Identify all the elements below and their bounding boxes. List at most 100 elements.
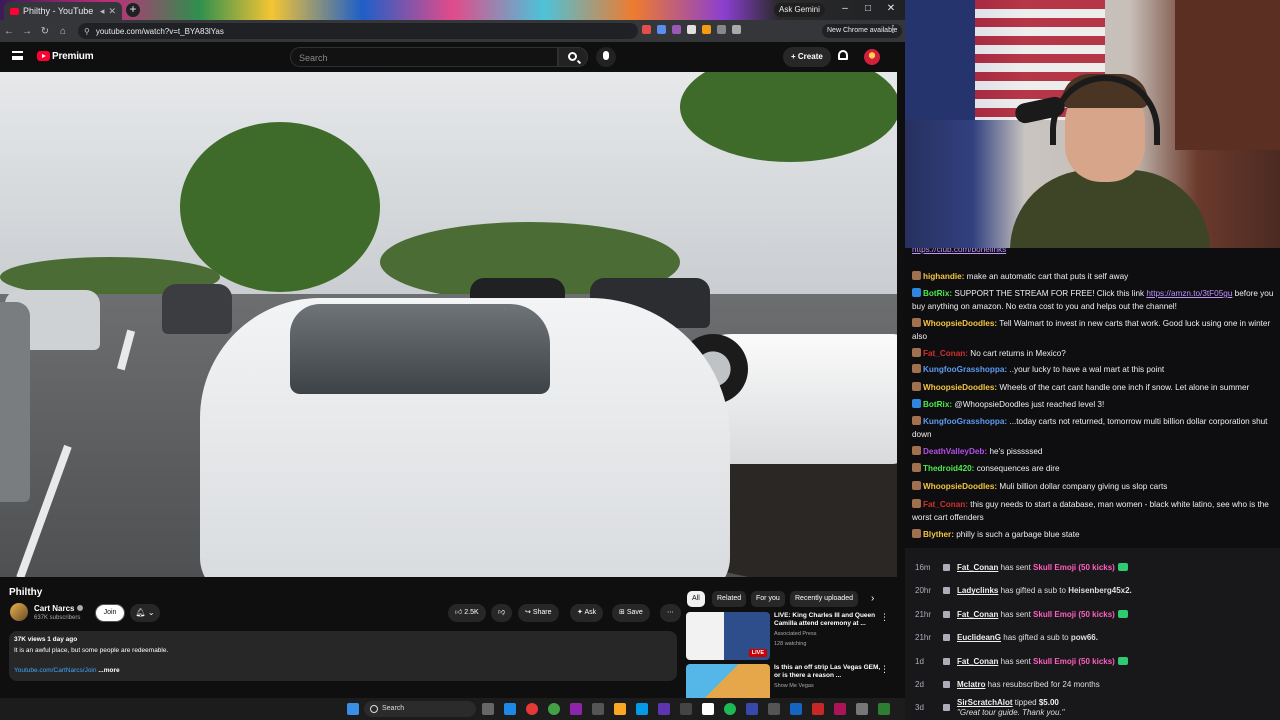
chat-username[interactable]: Fat_Conan: [923, 349, 968, 358]
chat-username[interactable]: KungfooGrasshoppa: [923, 365, 1007, 374]
site-info-icon[interactable]: ⚲ [84, 27, 90, 36]
create-button[interactable]: + Create [783, 47, 831, 67]
save-button[interactable]: ⊞ Save [612, 604, 650, 622]
taskbar-search[interactable]: Search [364, 701, 476, 717]
chat-username[interactable]: BotRix: [923, 400, 952, 409]
related-video[interactable]: LIVE LIVE: King Charles III and Queen Ca… [686, 612, 896, 662]
related-title[interactable]: LIVE: King Charles III and Queen Camilla… [774, 612, 882, 628]
related-video[interactable]: Is this an off strip Las Vegas GEM, or i… [686, 664, 896, 698]
chat-username[interactable]: BotRix: [923, 289, 952, 298]
folder-icon[interactable] [614, 703, 626, 715]
chat-username[interactable]: WhoopsieDoodles: [923, 482, 997, 491]
task-view-icon[interactable] [482, 703, 494, 715]
join-link[interactable]: Youtube.com/CartNarcs/Join [14, 667, 97, 674]
app-icon[interactable] [592, 703, 604, 715]
related-thumbnail[interactable]: LIVE [686, 612, 770, 660]
app-icon[interactable] [834, 703, 846, 715]
video-player[interactable] [0, 72, 897, 577]
omnibox[interactable]: ⚲ youtube.com/watch?v=t_BYA83lYas [78, 23, 638, 39]
chip-for-you[interactable]: For you [751, 591, 785, 607]
subscription-bell-button[interactable]: 🔔︎ ⌄ [130, 604, 160, 622]
ask-gemini-button[interactable]: Ask Gemini [774, 3, 825, 17]
more-actions-button[interactable]: ⋯ [660, 604, 681, 622]
chat-link[interactable]: https://amzn.to/3tF05gu [1146, 289, 1232, 298]
description-box[interactable]: 37K views 1 day ago It is an awful place… [9, 631, 677, 681]
app-icon[interactable] [856, 703, 868, 715]
tab-active[interactable]: Philthy - YouTube ◂ ✕ [4, 2, 122, 20]
app-icon[interactable] [570, 703, 582, 715]
event-username[interactable]: Ladyclinks [957, 586, 998, 595]
chat-partial-link[interactable]: https://club.com/bohelinks [912, 248, 1278, 256]
like-button[interactable]: 👍︎ 2.5K [448, 604, 486, 622]
related-thumbnail[interactable] [686, 664, 770, 698]
extension-icon[interactable] [687, 25, 696, 34]
app-icon[interactable] [504, 703, 516, 715]
app-icon[interactable] [746, 703, 758, 715]
youtube-logo-icon[interactable] [37, 51, 50, 61]
ask-button[interactable]: ✦ Ask [570, 604, 604, 622]
channel-name-text[interactable]: Cart Narcs [34, 604, 74, 613]
chrome-menu-icon[interactable]: ⋮ [888, 24, 898, 35]
show-more-button[interactable]: ...more [98, 667, 119, 674]
chat-username[interactable]: Blyther: [923, 530, 954, 539]
app-icon[interactable] [548, 703, 560, 715]
app-icon[interactable] [812, 703, 824, 715]
close-window-icon[interactable]: ✕ [884, 3, 898, 14]
profile-icon[interactable] [732, 25, 741, 34]
join-button[interactable]: Join [95, 604, 125, 622]
extension-icon[interactable] [642, 25, 651, 34]
voice-search-button[interactable] [596, 47, 616, 67]
app-icon[interactable] [680, 703, 692, 715]
event-username[interactable]: Fat_Conan [957, 563, 998, 572]
search-input[interactable]: Search [290, 47, 558, 67]
channel-name[interactable]: Cart Narcs [34, 604, 84, 613]
related-title[interactable]: Is this an off strip Las Vegas GEM, or i… [774, 664, 882, 680]
chat-username[interactable]: highandie: [923, 272, 964, 281]
related-channel[interactable]: Show Me Vegas [774, 683, 814, 689]
avatar[interactable] [864, 49, 880, 65]
app-icon[interactable] [790, 703, 802, 715]
app-icon[interactable] [636, 703, 648, 715]
search-button[interactable] [558, 47, 588, 67]
app-icon[interactable] [878, 703, 890, 715]
chrome-icon[interactable] [526, 703, 538, 715]
youtube-brand[interactable]: Premium [52, 51, 94, 62]
event-username[interactable]: Fat_Conan [957, 610, 998, 619]
related-menu-icon[interactable]: ⋮ [880, 664, 889, 675]
home-icon[interactable]: ⌂ [54, 26, 72, 37]
puzzle-icon[interactable] [717, 25, 726, 34]
channel-avatar[interactable] [10, 603, 28, 621]
extension-icon[interactable] [702, 25, 711, 34]
chat-username[interactable]: WhoopsieDoodles: [923, 319, 997, 328]
related-channel[interactable]: Associated Press [774, 631, 817, 637]
minimize-icon[interactable]: – [838, 3, 852, 14]
tab-close-icon[interactable]: ✕ [108, 6, 116, 17]
event-username[interactable]: SirScratchAlot [957, 698, 1013, 707]
event-username[interactable]: Mclatro [957, 680, 985, 689]
discord-icon[interactable] [658, 703, 670, 715]
dislike-button[interactable]: 👎︎ [491, 604, 513, 622]
chip-related[interactable]: Related [712, 591, 747, 607]
share-button[interactable]: ↪ Share [518, 604, 559, 622]
chat-username[interactable]: KungfooGrasshoppa: [923, 417, 1007, 426]
chat-username[interactable]: Fat_Conan: [923, 500, 968, 509]
chat-username[interactable]: Thedroid420: [923, 464, 974, 473]
menu-icon[interactable] [12, 51, 23, 60]
app-icon[interactable] [768, 703, 780, 715]
url-text[interactable]: youtube.com/watch?v=t_BYA83lYas [96, 27, 224, 36]
back-icon[interactable]: ← [0, 26, 18, 37]
forward-icon[interactable]: → [18, 26, 36, 37]
reload-icon[interactable]: ↻ [36, 26, 54, 37]
chat-username[interactable]: WhoopsieDoodles: [923, 383, 997, 392]
chevron-right-icon[interactable]: › [871, 593, 874, 604]
chat-username[interactable]: DeathValleyDeb: [923, 447, 987, 456]
notifications-icon[interactable] [838, 50, 848, 60]
start-icon[interactable] [347, 703, 359, 715]
chip-recently-uploaded[interactable]: Recently uploaded [790, 591, 858, 607]
extension-icon[interactable] [657, 25, 666, 34]
event-username[interactable]: Fat_Conan [957, 657, 998, 666]
speaker-icon[interactable]: ◂ [100, 6, 105, 17]
related-menu-icon[interactable]: ⋮ [880, 612, 889, 623]
extension-icon[interactable] [672, 25, 681, 34]
chip-all[interactable]: All [687, 591, 705, 607]
